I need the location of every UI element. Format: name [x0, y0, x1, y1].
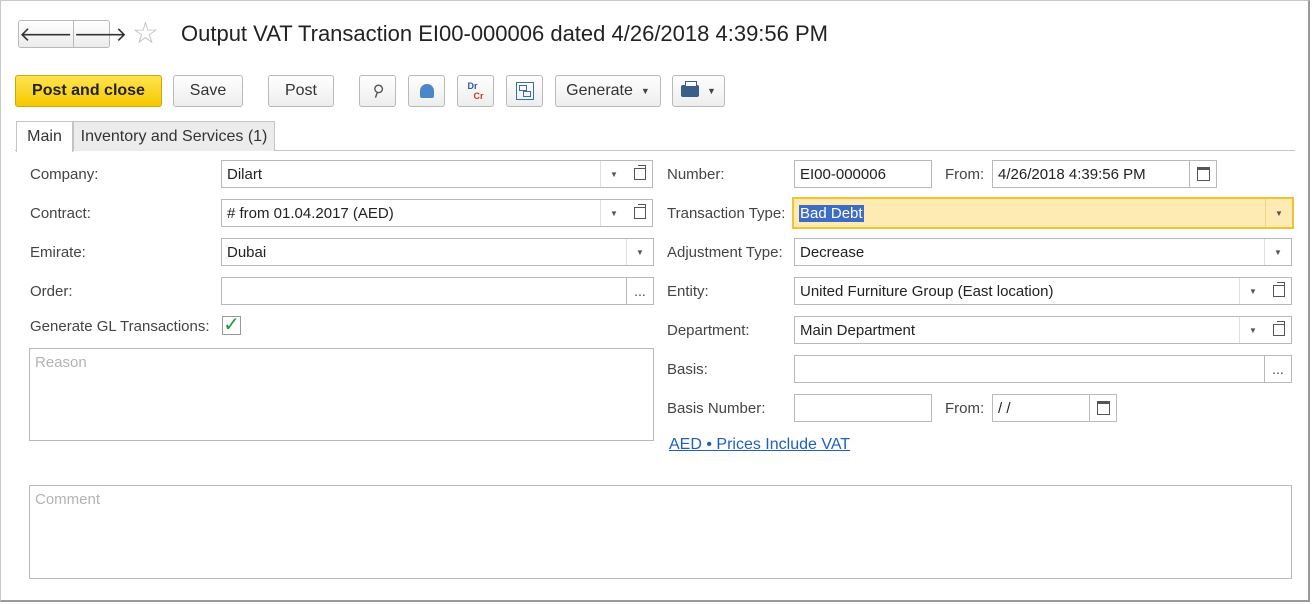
adjustment-type-label: Adjustment Type:	[667, 244, 783, 261]
order-label: Order:	[30, 283, 73, 300]
caret-down-icon: ▼	[707, 86, 716, 96]
open-form-icon	[1272, 321, 1285, 336]
post-label: Post	[284, 82, 317, 99]
department-open-button[interactable]	[1266, 316, 1292, 344]
open-form-icon	[1272, 282, 1285, 297]
generate-gl-label: Generate GL Transactions:	[30, 318, 210, 335]
contract-field[interactable]: # from 01.04.2017 (AED) ▼	[221, 199, 628, 227]
debit-credit-icon: Dr Cr	[467, 81, 483, 101]
dr-text: Dr	[467, 81, 478, 91]
checkmark-icon: ✓	[223, 314, 240, 336]
save-label: Save	[189, 82, 227, 99]
chevron-down-icon[interactable]: ▼	[1265, 199, 1292, 227]
calendar-icon	[1096, 401, 1110, 415]
reason-placeholder: Reason	[35, 354, 87, 371]
adjustment-type-field[interactable]: Decrease ▼	[794, 238, 1292, 266]
comment-textarea[interactable]: Comment	[29, 485, 1292, 579]
dr-cr-button[interactable]: Dr Cr	[457, 75, 494, 107]
generate-label: Generate	[566, 82, 633, 99]
post-button[interactable]: Post	[268, 75, 334, 107]
comment-placeholder: Comment	[35, 491, 101, 508]
document-structure-button[interactable]	[506, 75, 543, 107]
reminder-button[interactable]	[408, 75, 445, 107]
calendar-icon	[1196, 167, 1210, 181]
generate-button[interactable]: Generate ▼	[555, 75, 661, 107]
basis-label: Basis:	[667, 361, 708, 378]
generate-gl-checkbox[interactable]: ✓	[222, 314, 241, 336]
transaction-type-label: Transaction Type:	[667, 205, 786, 222]
basis-date-field[interactable]: / /	[992, 394, 1117, 422]
caret-down-icon: ▼	[640, 86, 650, 96]
contract-value: # from 01.04.2017 (AED)	[227, 204, 394, 222]
open-form-icon	[633, 165, 646, 180]
chevron-down-icon[interactable]: ▼	[600, 161, 627, 187]
company-value: Dilart	[227, 165, 263, 183]
select-button[interactable]: ...	[626, 278, 653, 304]
entity-open-button[interactable]	[1266, 277, 1292, 305]
number-value: EI00-000006	[800, 165, 886, 183]
page-title: Output VAT Transaction EI00-000006 dated…	[181, 21, 829, 46]
favorite-star-icon[interactable]: ☆	[132, 19, 162, 49]
prices-include-vat-link[interactable]: AED • Prices Include VAT	[669, 436, 850, 454]
structure-icon	[515, 82, 534, 100]
arrow-left-icon: 🡐	[19, 23, 73, 46]
paperclip-icon: ⚲	[368, 81, 386, 102]
select-button[interactable]: ...	[1264, 356, 1291, 382]
chevron-down-icon[interactable]: ▼	[1239, 278, 1266, 304]
history-nav: 🡐 🡒	[18, 20, 127, 48]
basis-from-label: From:	[945, 400, 985, 417]
basis-number-label: Basis Number:	[667, 400, 766, 417]
tab-main[interactable]: Main	[16, 121, 73, 152]
tab-inventory-and-services[interactable]: Inventory and Services (1)	[73, 121, 275, 151]
contract-label: Contract:	[30, 205, 91, 222]
number-field[interactable]: EI00-000006	[794, 160, 932, 188]
adjustment-type-value: Decrease	[800, 243, 865, 261]
company-field[interactable]: Dilart ▼	[221, 160, 628, 188]
contract-open-button[interactable]	[627, 199, 653, 227]
emirate-field[interactable]: Dubai ▼	[221, 238, 654, 266]
forward-button[interactable]: 🡒	[72, 21, 128, 47]
chevron-down-icon[interactable]: ▼	[600, 200, 627, 226]
order-field[interactable]: ...	[221, 277, 654, 305]
attachments-button[interactable]: ⚲	[359, 75, 396, 107]
open-form-icon	[633, 204, 646, 219]
transaction-type-value: Bad Debt	[799, 204, 864, 222]
post-and-close-label: Post and close	[32, 82, 145, 99]
emirate-value: Dubai	[227, 243, 267, 261]
entity-field[interactable]: United Furniture Group (East location) ▼	[794, 277, 1267, 305]
printer-icon	[681, 81, 700, 97]
basis-field[interactable]: ...	[794, 355, 1292, 383]
save-button[interactable]: Save	[173, 75, 243, 107]
arrow-right-icon: 🡒	[73, 23, 128, 46]
chevron-down-icon[interactable]: ▼	[1264, 239, 1291, 265]
print-button[interactable]: ▼	[672, 75, 725, 107]
entity-label: Entity:	[667, 283, 709, 300]
basis-number-field[interactable]	[794, 394, 932, 422]
company-label: Company:	[30, 166, 99, 183]
emirate-label: Emirate:	[30, 244, 86, 261]
tab-main-label: Main	[27, 128, 62, 145]
department-label: Department:	[667, 322, 750, 339]
back-button[interactable]: 🡐	[19, 21, 73, 47]
transaction-type-field[interactable]: Bad Debt ▼	[792, 197, 1294, 229]
entity-value: United Furniture Group (East location)	[800, 282, 1054, 300]
company-open-button[interactable]	[627, 160, 653, 188]
chevron-down-icon[interactable]: ▼	[1239, 317, 1266, 343]
reason-textarea[interactable]: Reason	[29, 348, 654, 441]
department-value: Main Department	[800, 321, 916, 339]
calendar-button[interactable]	[1189, 161, 1216, 187]
bell-icon	[419, 84, 434, 98]
date-field[interactable]: 4/26/2018 4:39:56 PM	[992, 160, 1217, 188]
department-field[interactable]: Main Department ▼	[794, 316, 1267, 344]
post-and-close-button[interactable]: Post and close	[15, 75, 162, 107]
chevron-down-icon[interactable]: ▼	[626, 239, 653, 265]
calendar-button[interactable]	[1089, 395, 1116, 421]
cr-text: Cr	[473, 91, 484, 101]
basis-date-value: / /	[998, 399, 1011, 417]
tab-inventory-label: Inventory and Services (1)	[80, 127, 268, 145]
number-label: Number:	[667, 166, 725, 183]
from-label: From:	[945, 166, 985, 183]
date-value: 4/26/2018 4:39:56 PM	[998, 165, 1146, 183]
